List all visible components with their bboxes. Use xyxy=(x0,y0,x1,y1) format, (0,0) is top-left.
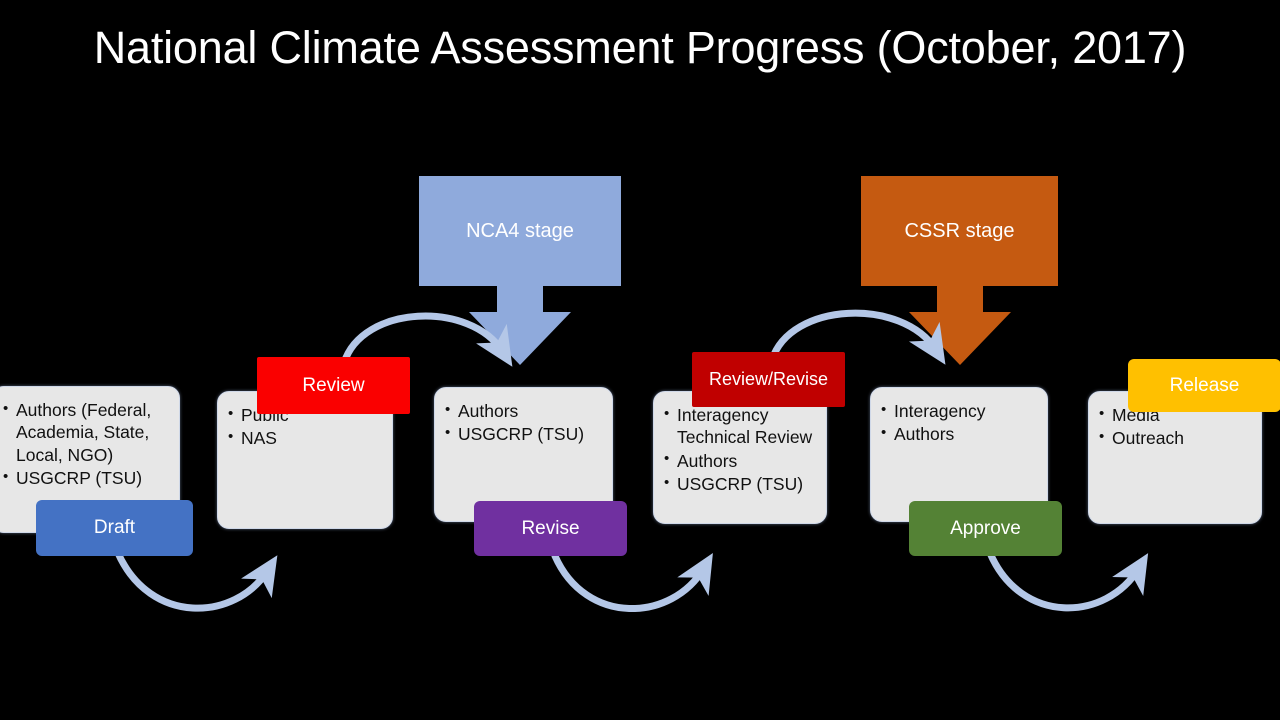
step-box-revise-list: Authors USGCRP (TSU) xyxy=(435,388,612,446)
action-tag-review-revise[interactable]: Review/Revise xyxy=(692,352,845,407)
stage-arrow-nca4-label: NCA4 stage xyxy=(466,219,574,242)
action-tag-review[interactable]: Review xyxy=(257,357,410,414)
step-box-approve-list: Interagency Authors xyxy=(871,388,1047,446)
connector-arrow-layer xyxy=(114,309,1149,612)
stage-arrow-cssr-head xyxy=(908,312,1011,365)
stage-arrow-cssr-label: CSSR stage xyxy=(904,219,1015,242)
action-tag-review-revise-label: Review/Revise xyxy=(708,369,829,389)
connector-arrow-5 xyxy=(986,549,1149,612)
list-item: NAS xyxy=(228,427,384,449)
stage-arrow-nca4: NCA4 stage xyxy=(419,176,621,368)
page-title: National Climate Assessment Progress (Oc… xyxy=(93,22,1187,73)
list-item: Interagency xyxy=(881,399,1039,422)
action-tag-release-label: Release xyxy=(1169,374,1240,396)
list-item: USGCRP (TSU) xyxy=(664,473,818,495)
list-item: Authors xyxy=(881,423,1039,445)
list-item: Interagency Technical Review xyxy=(664,404,818,449)
list-item: USGCRP (TSU) xyxy=(445,423,604,445)
action-tag-draft-label: Draft xyxy=(93,517,136,538)
stage-arrow-cssr: CSSR stage xyxy=(861,176,1058,368)
step-box-draft-list: Authors (Federal, Academia, State, Local… xyxy=(0,387,179,490)
stage-arrow-nca4-head xyxy=(469,312,571,365)
action-tag-revise-label: Revise xyxy=(521,517,580,539)
list-item: Outreach xyxy=(1099,427,1253,449)
action-tag-revise[interactable]: Revise xyxy=(474,501,627,556)
stage-arrow-nca4-stem xyxy=(497,286,543,314)
slide-canvas: National Climate Assessment Progress (Oc… xyxy=(0,0,1280,720)
step-box-review-revise-list: Interagency Technical Review Authors USG… xyxy=(654,392,826,496)
list-item: USGCRP (TSU) xyxy=(3,467,171,489)
step-box-review-revise: Interagency Technical Review Authors USG… xyxy=(653,391,827,524)
action-tag-draft[interactable]: Draft xyxy=(36,500,193,556)
list-item: Authors (Federal, Academia, State, Local… xyxy=(3,398,171,466)
action-tag-approve[interactable]: Approve xyxy=(909,501,1062,556)
list-item: Authors xyxy=(445,399,604,422)
connector-arrow-3 xyxy=(551,552,713,612)
list-item: Authors xyxy=(664,449,818,472)
action-tag-release[interactable]: Release xyxy=(1128,359,1280,412)
action-tag-review-label: Review xyxy=(302,374,365,396)
connector-arrow-1 xyxy=(114,549,278,612)
action-tag-approve-label: Approve xyxy=(950,517,1021,539)
stage-arrow-cssr-stem xyxy=(936,286,983,314)
